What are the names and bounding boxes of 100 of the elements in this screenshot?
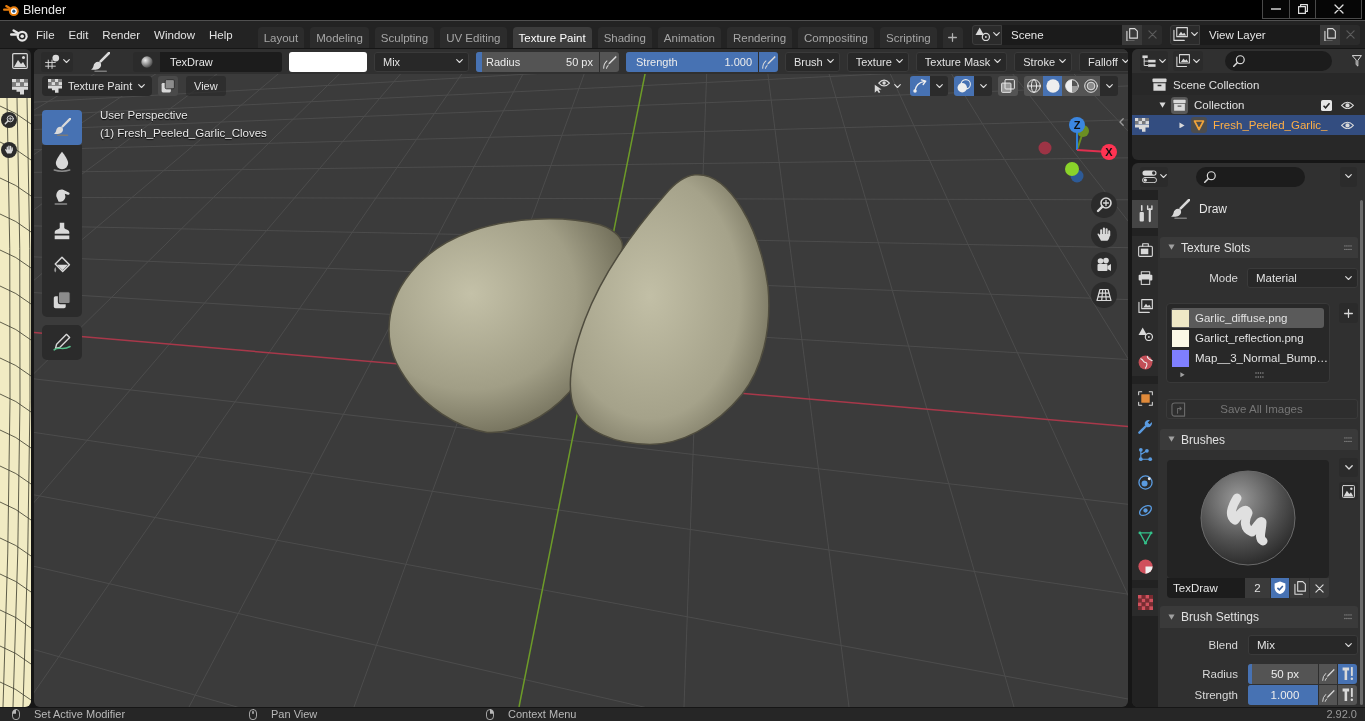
axis-ball[interactable]: [1065, 162, 1079, 176]
annotate-tool-button[interactable]: [42, 325, 82, 360]
material-tab[interactable]: [1132, 552, 1158, 580]
workspace-tab[interactable]: Layout: [257, 27, 305, 48]
pressure-toggle[interactable]: [1318, 664, 1337, 684]
brush-name-field[interactable]: TexDraw: [160, 51, 282, 72]
filter-dropdown[interactable]: [1173, 51, 1203, 71]
eye-icon[interactable]: [1341, 100, 1354, 110]
overlay-toggle[interactable]: [954, 76, 974, 96]
camera-icon[interactable]: [1091, 252, 1117, 278]
material-shading-button[interactable]: [1062, 76, 1081, 96]
filter-icon[interactable]: [1352, 55, 1362, 67]
unlink-brush-button[interactable]: [1309, 578, 1329, 598]
menu-item[interactable]: Help: [202, 24, 240, 45]
strength-slider[interactable]: Strength 1.000: [626, 51, 758, 72]
options-dropdown[interactable]: [1340, 166, 1357, 187]
workspace-tab[interactable]: Compositing: [798, 27, 874, 48]
workspace-tab[interactable]: Texture Paint: [512, 27, 592, 48]
outliner-row[interactable]: Fresh_Peeled_Garlic_: [1132, 115, 1365, 135]
resize-handle-icon[interactable]: [1255, 371, 1264, 378]
mode-dropdown[interactable]: Texture Paint: [42, 76, 152, 96]
soften-tool-button[interactable]: [42, 144, 82, 179]
shading-options-dropdown[interactable]: [1100, 76, 1118, 96]
texture-tab[interactable]: [1132, 588, 1158, 616]
texture-slot-item[interactable]: Garlict_reflection.png: [1171, 328, 1324, 348]
x-axis-handle[interactable]: X: [1076, 144, 1117, 160]
pressure-toggle[interactable]: [1318, 685, 1337, 705]
pressure-toggle[interactable]: [758, 51, 778, 72]
new-scene-button[interactable]: [1122, 24, 1142, 45]
scene-name-field[interactable]: Scene: [1002, 24, 1122, 45]
options-dropdown[interactable]: [930, 76, 948, 96]
scene-browse-button[interactable]: [972, 24, 1002, 45]
new-view-layer-button[interactable]: [1320, 24, 1340, 45]
brush-name-field[interactable]: TexDraw: [1167, 578, 1245, 598]
solid-shading-button[interactable]: [1043, 76, 1062, 96]
view-menu[interactable]: View: [186, 76, 226, 96]
radius-slider[interactable]: Radius 50 px: [476, 51, 599, 72]
brush-preview-image[interactable]: [1167, 460, 1329, 578]
popover-menu[interactable]: Texture: [846, 51, 909, 72]
scrollbar[interactable]: [1360, 200, 1363, 705]
workspace-tab[interactable]: Animation: [657, 27, 721, 48]
duplicate-brush-button[interactable]: [1289, 578, 1309, 598]
hand-icon[interactable]: [1, 142, 17, 158]
blend-dropdown[interactable]: Mix: [374, 51, 469, 72]
popover-menu[interactable]: Brush: [785, 51, 840, 72]
brush-color-field[interactable]: [289, 51, 367, 72]
slot-mode-dropdown[interactable]: Material: [1247, 268, 1358, 288]
workspace-tab[interactable]: Rendering: [727, 27, 793, 48]
perspective-grid-icon[interactable]: [1091, 282, 1117, 308]
tool-dropdown[interactable]: [41, 51, 73, 72]
view-layer-browse-button[interactable]: [1170, 24, 1200, 45]
paint-mask-toggle[interactable]: [158, 76, 178, 96]
menu-item[interactable]: Window: [147, 24, 202, 45]
view-layer-name-field[interactable]: View Layer: [1200, 24, 1320, 45]
minimize-button[interactable]: [1262, 0, 1290, 19]
object-tab[interactable]: [1132, 384, 1158, 412]
fake-user-toggle[interactable]: [1270, 578, 1289, 598]
gizmo-toggle[interactable]: [910, 76, 930, 96]
menu-item[interactable]: File: [29, 24, 62, 45]
unified-toggle[interactable]: [1337, 685, 1357, 705]
eye-icon[interactable]: [1341, 120, 1354, 130]
unified-toggle[interactable]: [1337, 664, 1357, 684]
app-menu-button[interactable]: [10, 27, 28, 42]
pressure-toggle[interactable]: [599, 51, 619, 72]
popover-menu[interactable]: Falloff: [1079, 51, 1128, 72]
options-dropdown[interactable]: [974, 76, 992, 96]
workspace-tab[interactable]: Shading: [597, 27, 652, 48]
properties-search-field[interactable]: [1196, 166, 1305, 187]
radius-slider[interactable]: 50 px: [1248, 664, 1318, 684]
zoom-icon[interactable]: [1, 112, 17, 128]
wireframe-shading-button[interactable]: [1024, 76, 1043, 96]
expand-arrow-icon[interactable]: [1179, 121, 1185, 129]
texture-slot-item[interactable]: Garlic_diffuse.png: [1171, 308, 1324, 328]
zoom-icon[interactable]: [1091, 192, 1117, 218]
mask-tool-button[interactable]: [42, 282, 82, 317]
texture-paint-mode-icon[interactable]: [1135, 118, 1149, 132]
brush-options-dropdown[interactable]: [1339, 458, 1358, 477]
workspace-tab[interactable]: Sculpting: [374, 27, 435, 48]
image-editor-icon[interactable]: [12, 53, 28, 69]
panel-header[interactable]: Brush Settings: [1160, 606, 1358, 628]
rendered-shading-button[interactable]: [1081, 76, 1100, 96]
panel-header[interactable]: Brushes: [1160, 429, 1358, 450]
xray-toggle[interactable]: [998, 76, 1018, 96]
menu-item[interactable]: Edit: [61, 24, 96, 45]
workspace-tab[interactable]: UV Editing: [440, 27, 507, 48]
world-tab[interactable]: [1132, 348, 1158, 376]
chevron-left-icon[interactable]: [1119, 118, 1124, 126]
blend-dropdown[interactable]: Mix: [1248, 635, 1358, 655]
z-axis-handle[interactable]: Z: [1069, 117, 1085, 151]
brush-browse-button[interactable]: [133, 51, 160, 72]
close-button[interactable]: [1316, 0, 1362, 19]
texture-paint-icon[interactable]: [12, 79, 28, 95]
expand-arrow-icon[interactable]: [1158, 101, 1166, 109]
exclude-checkbox[interactable]: [1321, 99, 1332, 111]
strength-slider[interactable]: 1.000: [1248, 685, 1318, 705]
editor-type-dropdown[interactable]: [1140, 166, 1168, 187]
tool-tab[interactable]: [1132, 200, 1158, 228]
hand-icon[interactable]: [1091, 222, 1117, 248]
render-tab[interactable]: [1132, 236, 1158, 264]
outliner-search-field[interactable]: [1225, 51, 1332, 71]
